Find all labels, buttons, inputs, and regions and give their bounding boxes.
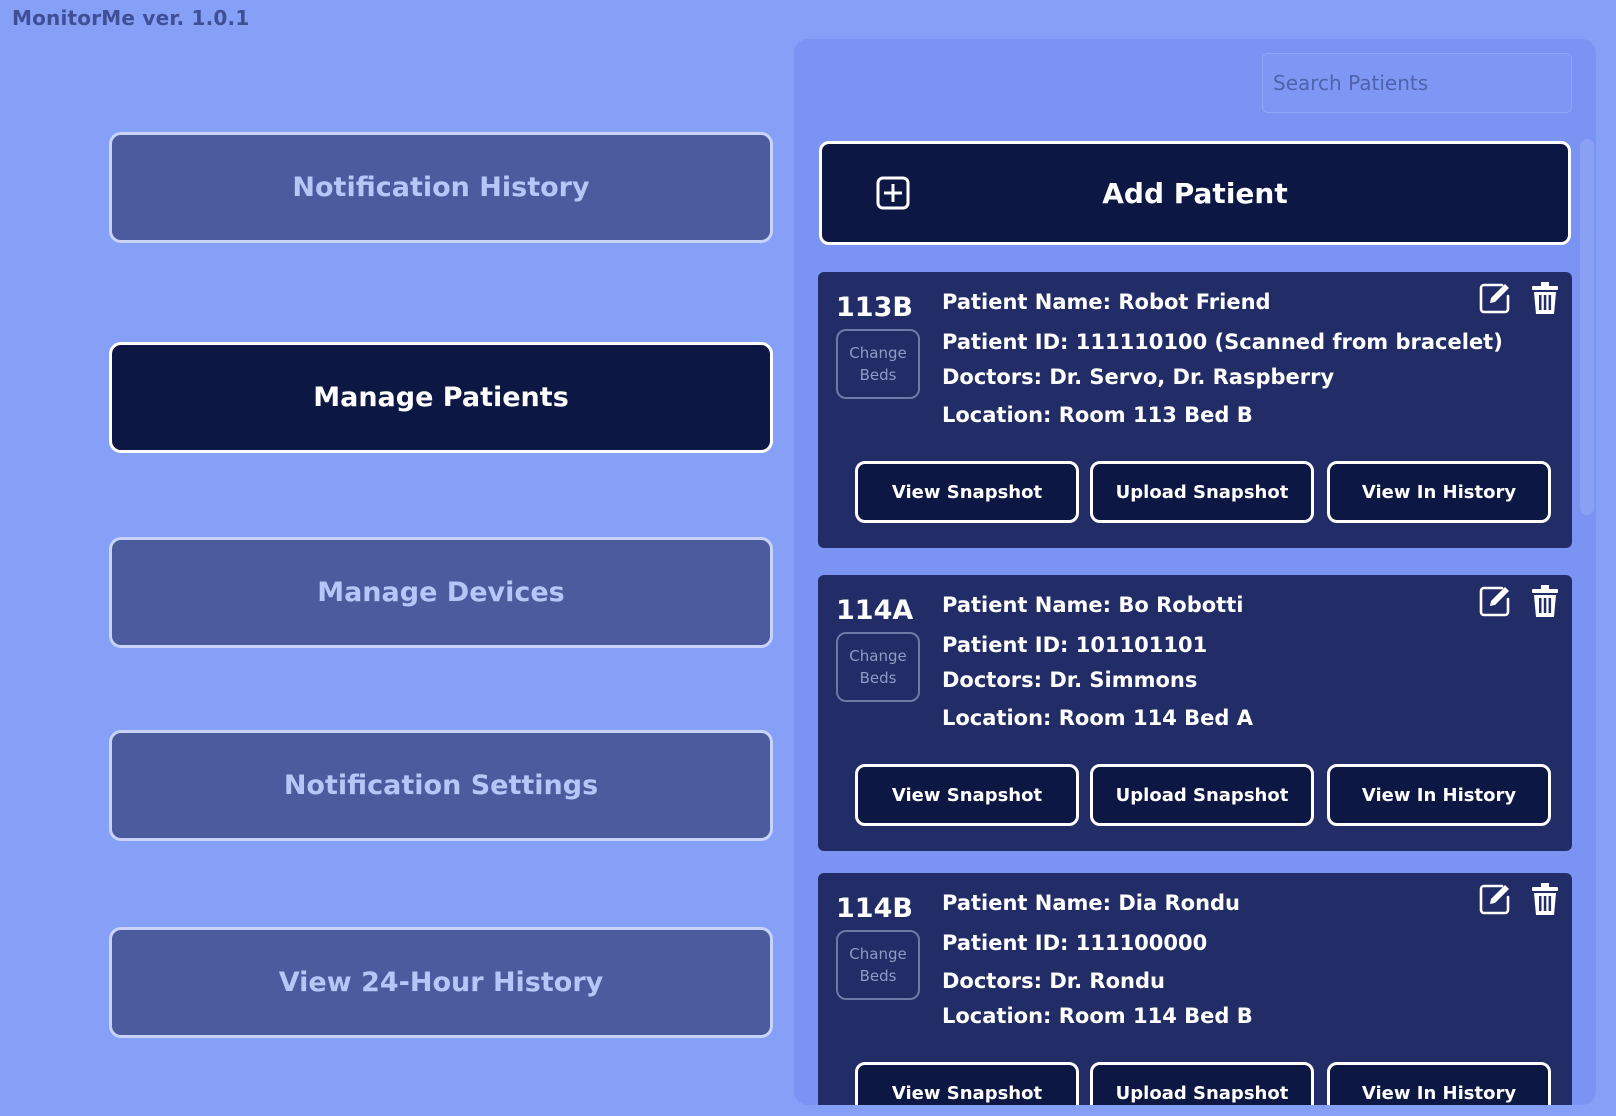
nav-view-24-hour-history[interactable]: View 24-Hour History (109, 927, 773, 1038)
patient-doctors: Doctors: Dr. Rondu (942, 969, 1165, 993)
panel-scrollbar[interactable] (1580, 139, 1594, 515)
trash-icon[interactable] (1530, 281, 1560, 315)
change-beds-button[interactable]: Change Beds (836, 632, 920, 702)
patient-location: Location: Room 114 Bed B (942, 1004, 1253, 1028)
patient-id: Patient ID: 101101101 (942, 633, 1208, 657)
bed-label: 113B (836, 292, 913, 323)
patient-name: Patient Name: Bo Robotti (942, 593, 1244, 617)
patient-location: Location: Room 114 Bed A (942, 706, 1253, 730)
view-in-history-button[interactable]: View In History (1327, 1062, 1551, 1105)
add-patient-label: Add Patient (1102, 176, 1288, 210)
edit-icon[interactable] (1478, 281, 1512, 315)
change-beds-button[interactable]: Change Beds (836, 329, 920, 399)
nav-notification-settings[interactable]: Notification Settings (109, 730, 773, 841)
view-snapshot-button[interactable]: View Snapshot (855, 764, 1079, 826)
patient-location: Location: Room 113 Bed B (942, 403, 1253, 427)
add-patient-button[interactable]: Add Patient (819, 141, 1571, 245)
bed-label: 114B (836, 893, 913, 924)
patient-card: 114A Change Beds Patient Name: Bo Robott… (818, 575, 1572, 851)
patient-doctors: Doctors: Dr. Servo, Dr. Raspberry (942, 365, 1335, 389)
edit-icon[interactable] (1478, 882, 1512, 916)
trash-icon[interactable] (1530, 882, 1560, 916)
patient-card: 113B Change Beds Patient Name: Robot Fri… (818, 272, 1572, 548)
view-in-history-button[interactable]: View In History (1327, 461, 1551, 523)
upload-snapshot-button[interactable]: Upload Snapshot (1090, 461, 1314, 523)
patient-card: 114B Change Beds Patient Name: Dia Rondu… (818, 873, 1572, 1105)
patient-name: Patient Name: Dia Rondu (942, 891, 1240, 915)
view-in-history-button[interactable]: View In History (1327, 764, 1551, 826)
patient-name: Patient Name: Robot Friend (942, 290, 1271, 314)
patient-id: Patient ID: 111110100 (Scanned from brac… (942, 330, 1503, 354)
upload-snapshot-button[interactable]: Upload Snapshot (1090, 764, 1314, 826)
search-patients-input[interactable] (1262, 53, 1572, 113)
trash-icon[interactable] (1530, 584, 1560, 618)
app-title: MonitorMe ver. 1.0.1 (12, 6, 250, 30)
view-snapshot-button[interactable]: View Snapshot (855, 461, 1079, 523)
change-beds-button[interactable]: Change Beds (836, 930, 920, 1000)
patient-doctors: Doctors: Dr. Simmons (942, 668, 1198, 692)
nav-manage-patients[interactable]: Manage Patients (109, 342, 773, 453)
upload-snapshot-button[interactable]: Upload Snapshot (1090, 1062, 1314, 1105)
patient-id: Patient ID: 111100000 (942, 931, 1208, 955)
nav-manage-devices[interactable]: Manage Devices (109, 537, 773, 648)
patients-panel: Add Patient 113B Change Beds Patient Nam… (794, 39, 1596, 1105)
nav-notification-history[interactable]: Notification History (109, 132, 773, 243)
edit-icon[interactable] (1478, 584, 1512, 618)
view-snapshot-button[interactable]: View Snapshot (855, 1062, 1079, 1105)
bed-label: 114A (836, 595, 914, 626)
